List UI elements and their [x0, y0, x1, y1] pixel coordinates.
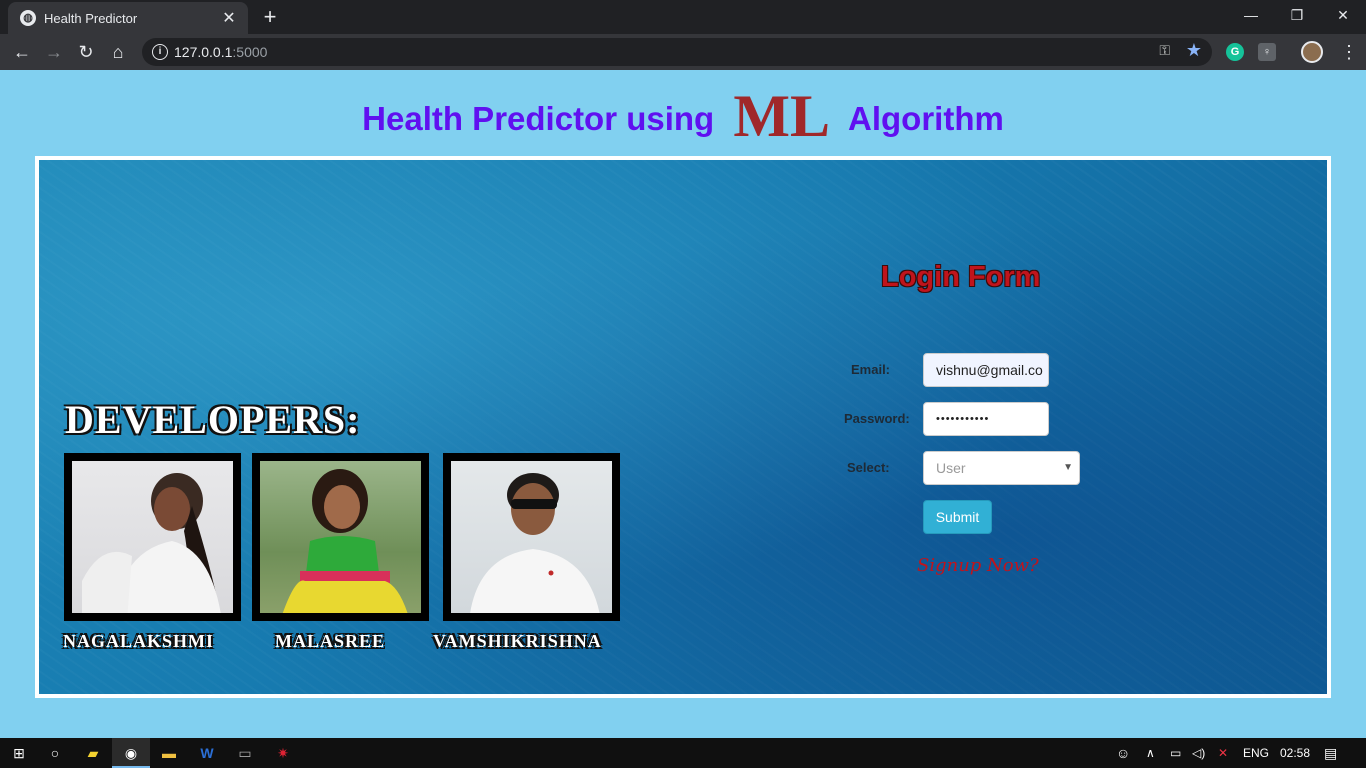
notifications-icon[interactable]: ▤	[1324, 738, 1337, 768]
page-title-prefix: Health Predictor using	[362, 100, 715, 137]
minimize-button[interactable]: —	[1228, 0, 1274, 30]
password-label: Password:	[844, 411, 910, 426]
chrome-icon[interactable]: ◉	[112, 738, 150, 768]
windows-taskbar: ⊞ ○ ▰ ◉ ▬ W ▭ ✷ ☺ ∧ ▭ ◁) ✕ ENG 02:58 ▤	[0, 738, 1366, 768]
browser-tab[interactable]: ◍ Health Predictor ✕	[8, 2, 248, 34]
back-arrow-icon[interactable]: ←	[10, 40, 34, 64]
chevron-down-icon: ▼	[1063, 462, 1073, 473]
developer-photo-1	[64, 453, 241, 621]
url-text: 127.0.0.1:5000	[174, 44, 267, 60]
windows-start-icon[interactable]: ⊞	[0, 738, 38, 768]
extension-icon[interactable]: ♀	[1258, 43, 1276, 61]
developer-photo-3	[443, 453, 620, 621]
tab-title: Health Predictor	[44, 10, 138, 26]
tab-close-icon[interactable]: ✕	[220, 8, 238, 28]
reload-icon[interactable]: ↻	[74, 40, 98, 64]
email-field[interactable]: vishnu@gmail.co	[923, 353, 1049, 387]
browser-toolbar: ← → ↻ ⌂ i 127.0.0.1:5000 ⚿ ★ G ♀ ⋮	[0, 34, 1366, 70]
page-title-highlight: ML	[733, 83, 831, 149]
info-icon[interactable]: i	[152, 44, 168, 60]
submit-button[interactable]: Submit	[923, 500, 992, 534]
developer-photo-2	[252, 453, 429, 621]
globe-icon: ◍	[20, 10, 36, 26]
network-icon[interactable]: ✕	[1218, 738, 1228, 768]
key-icon[interactable]: ⚿	[1159, 42, 1170, 59]
main-panel: DEVELOPERS: NAGALAKSHMI MALASREE VAMSHIK…	[35, 156, 1331, 698]
developer-name-3: VAMSHIKRISHNA	[433, 631, 602, 651]
address-bar[interactable]: i 127.0.0.1:5000 ⚿ ★	[142, 38, 1212, 66]
app-icon[interactable]: ✷	[264, 738, 302, 768]
developer-name-2: MALASREE	[275, 631, 386, 651]
bookmark-star-icon[interactable]: ★	[1186, 40, 1202, 61]
developer-portrait-2	[282, 469, 408, 613]
menu-kebab-icon[interactable]: ⋮	[1340, 40, 1358, 64]
new-tab-button[interactable]: +	[258, 4, 282, 30]
clock[interactable]: 02:58	[1280, 738, 1310, 768]
page-title: Health Predictor using ML Algorithm	[0, 82, 1366, 151]
developers-title: DEVELOPERS:	[65, 397, 361, 442]
email-label: Email:	[851, 362, 891, 377]
home-icon[interactable]: ⌂	[106, 40, 130, 64]
language-indicator[interactable]: ENG	[1243, 738, 1269, 768]
file-explorer-icon[interactable]: ▬	[150, 738, 188, 768]
people-icon[interactable]: ☺	[1116, 738, 1130, 768]
close-window-button[interactable]: ✕	[1320, 0, 1366, 30]
select-label: Select:	[847, 460, 890, 475]
developer-portrait-1	[82, 473, 221, 613]
developer-portrait-3	[470, 473, 600, 613]
sticky-notes-icon[interactable]: ▰	[74, 738, 112, 768]
role-select[interactable]: User ▼	[923, 451, 1080, 485]
page-title-suffix: Algorithm	[848, 100, 1004, 137]
password-field[interactable]: •••••••••••	[923, 402, 1049, 436]
terminal-icon[interactable]: ▭	[226, 738, 264, 768]
cortana-icon[interactable]: ○	[36, 738, 74, 768]
login-form-title: Login Form	[881, 261, 1041, 293]
profile-avatar[interactable]	[1301, 41, 1323, 63]
developer-name-1: NAGALAKSHMI	[63, 631, 215, 651]
word-icon[interactable]: W	[188, 738, 226, 768]
forward-arrow-icon[interactable]: →	[42, 40, 66, 64]
url-port: :5000	[232, 44, 268, 60]
chevron-up-icon[interactable]: ∧	[1146, 738, 1155, 768]
signup-link[interactable]: Signup Now?	[917, 555, 1039, 576]
role-select-value: User	[936, 460, 966, 476]
url-host: 127.0.0.1	[174, 44, 233, 60]
browser-tab-bar: ◍ Health Predictor ✕ + — ❐ ✕	[0, 0, 1366, 34]
volume-icon[interactable]: ◁)	[1192, 738, 1205, 768]
restore-button[interactable]: ❐	[1274, 0, 1320, 30]
grammarly-extension-icon[interactable]: G	[1226, 43, 1244, 61]
battery-icon[interactable]: ▭	[1170, 738, 1181, 768]
